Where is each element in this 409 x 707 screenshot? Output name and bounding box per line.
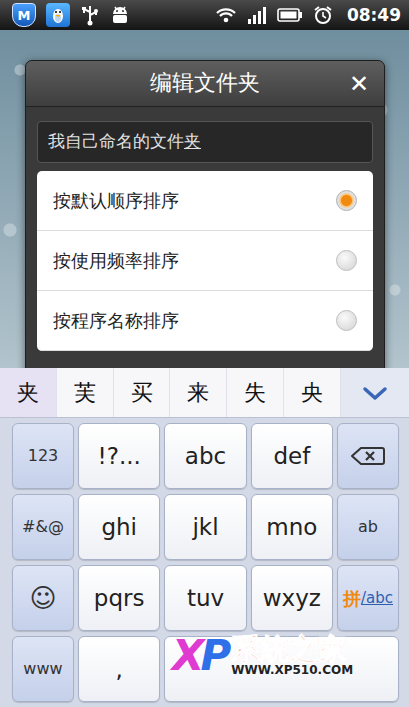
chevron-down-icon bbox=[362, 385, 388, 401]
qq-icon bbox=[46, 3, 70, 27]
dialog-header: 编辑文件夹✕ bbox=[26, 61, 384, 107]
keyboard-key[interactable]: mno bbox=[251, 494, 333, 560]
status-bar: M 08:49 bbox=[0, 0, 409, 30]
dialog-title: 编辑文件夹 bbox=[68, 70, 342, 96]
keyboard-key[interactable]: pqrs bbox=[78, 565, 160, 631]
keyboard-key[interactable]: abc bbox=[164, 423, 246, 489]
abc-label: /abc bbox=[361, 587, 393, 610]
keyboard-key[interactable]: tuv bbox=[164, 565, 246, 631]
backspace-key[interactable] bbox=[337, 423, 399, 489]
keyboard-key[interactable]: www bbox=[12, 636, 74, 702]
watermark: XP系統之家WWW.XP510.COM bbox=[166, 632, 359, 679]
keyboard-key[interactable]: wxyz bbox=[251, 565, 333, 631]
android-icon bbox=[110, 4, 130, 26]
candidate[interactable]: 买 bbox=[114, 368, 171, 417]
security-shield-icon: M bbox=[12, 3, 36, 27]
wifi-icon bbox=[215, 5, 237, 25]
composing-text: 夹 bbox=[184, 131, 201, 151]
status-left: M bbox=[12, 3, 130, 27]
candidate[interactable]: 来 bbox=[170, 368, 227, 417]
candidate[interactable]: 芙 bbox=[57, 368, 114, 417]
penguin-icon bbox=[50, 6, 66, 24]
keyboard-key[interactable]: def bbox=[251, 423, 333, 489]
usb-icon bbox=[80, 4, 100, 26]
keyboard-key[interactable]: ab bbox=[337, 494, 399, 560]
status-right: 08:49 bbox=[215, 5, 401, 25]
backspace-icon bbox=[351, 446, 385, 466]
phone-screen: M08:49编辑文件夹✕我自己命名的文件夹按默认顺序排序按使用频率排序按程序名称… bbox=[0, 0, 409, 707]
alarm-icon bbox=[313, 5, 333, 25]
candidate[interactable]: 失 bbox=[227, 368, 284, 417]
language-switch-key[interactable]: 拼/abc bbox=[337, 565, 399, 631]
watermark-text: 系統之家WWW.XP510.COM bbox=[231, 634, 353, 677]
candidate[interactable]: 央 bbox=[284, 368, 341, 417]
expand-candidates-button[interactable] bbox=[341, 368, 409, 417]
keyboard-key[interactable]: jkl bbox=[164, 494, 246, 560]
radio-button[interactable] bbox=[336, 250, 357, 271]
sort-option-label: 按程序名称排序 bbox=[53, 307, 179, 334]
sort-options: 按默认顺序排序按使用频率排序按程序名称排序 bbox=[37, 171, 373, 351]
logo-x: X bbox=[172, 631, 200, 680]
candidate-bar: 夹芙买来失央 bbox=[0, 368, 409, 418]
close-button[interactable]: ✕ bbox=[342, 72, 376, 96]
watermark-logo: XP bbox=[172, 635, 227, 677]
keyboard-key[interactable]: ghi bbox=[78, 494, 160, 560]
watermark-url: WWW.XP510.COM bbox=[231, 664, 353, 677]
keyboard-key[interactable]: , bbox=[78, 636, 160, 702]
sort-option[interactable]: 按使用频率排序 bbox=[37, 231, 373, 291]
wallpaper: 编辑文件夹✕我自己命名的文件夹按默认顺序排序按使用频率排序按程序名称排序 bbox=[0, 30, 409, 368]
sort-option-label: 按默认顺序排序 bbox=[53, 187, 179, 214]
keyboard-key[interactable]: #&@ bbox=[12, 494, 74, 560]
radio-button[interactable] bbox=[336, 190, 357, 211]
radio-button[interactable] bbox=[336, 310, 357, 331]
sort-option[interactable]: 按默认顺序排序 bbox=[37, 171, 373, 231]
sort-option[interactable]: 按程序名称排序 bbox=[37, 291, 373, 351]
typed-text: 我自己命名的文件 bbox=[48, 131, 184, 151]
edit-folder-dialog: 编辑文件夹✕我自己命名的文件夹按默认顺序排序按使用频率排序按程序名称排序 bbox=[25, 60, 385, 368]
folder-name-field[interactable]: 我自己命名的文件夹 bbox=[37, 121, 373, 163]
keyboard-key[interactable]: !?... bbox=[78, 423, 160, 489]
dialog-body: 我自己命名的文件夹按默认顺序排序按使用频率排序按程序名称排序 bbox=[26, 107, 384, 368]
candidate[interactable]: 夹 bbox=[0, 368, 57, 417]
emoji-key[interactable]: ☺ bbox=[12, 565, 74, 631]
signal-icon bbox=[247, 5, 267, 25]
sort-option-label: 按使用频率排序 bbox=[53, 247, 179, 274]
watermark-name: 系統之家 bbox=[231, 634, 353, 664]
clock: 08:49 bbox=[343, 7, 401, 24]
logo-p: P bbox=[200, 631, 227, 680]
pinyin-label: 拼 bbox=[343, 585, 361, 612]
battery-icon bbox=[277, 7, 303, 23]
keyboard-key[interactable]: 123 bbox=[12, 423, 74, 489]
